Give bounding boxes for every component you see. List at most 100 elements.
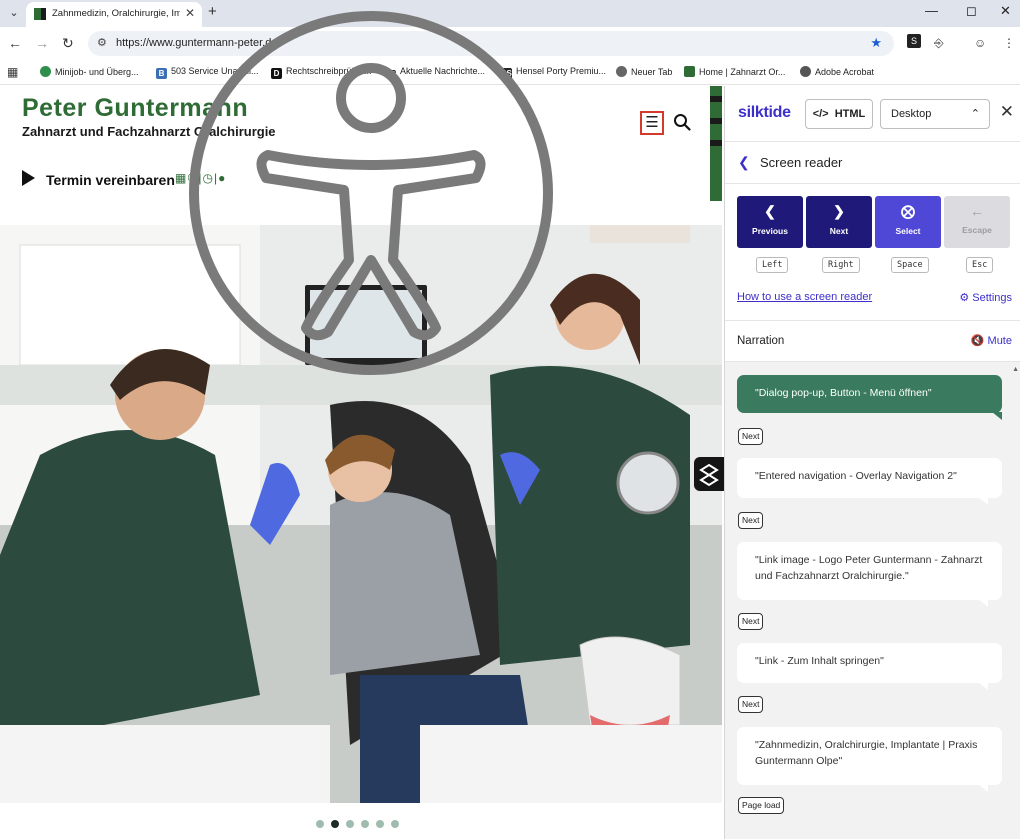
scroll-up-icon[interactable]: ▲ [1012, 366, 1019, 373]
next-button[interactable]: ❯ Next [806, 196, 872, 248]
contact-icons[interactable]: ▦✆|◷|● [175, 171, 226, 185]
bookmark-favicon-icon [40, 66, 51, 77]
url-text[interactable]: https://www.guntermann-peter.de [116, 37, 277, 49]
minimize-icon[interactable]: — [925, 3, 938, 18]
bookmark-item[interactable]: RP Aktuelle Nachrichte... [385, 66, 485, 79]
section-header: ❮ Screen reader [725, 142, 1020, 184]
select-button[interactable]: ⨂ Select [875, 196, 941, 248]
narration-bubble: "Entered navigation - Overlay Navigation… [737, 458, 1002, 505]
view-select[interactable]: Desktop ⌃ [880, 99, 990, 129]
narration-bubble: "Link - Zum Inhalt springen" [737, 643, 1002, 690]
browser-toolbar: ← → ↻ ⚙ https://www.guntermann-peter.de … [0, 27, 1020, 60]
back-chevron-icon[interactable]: ❮ [738, 154, 750, 171]
extension-s-icon[interactable]: S [907, 34, 921, 48]
narration-bubble: "Zahnmedizin, Oralchirurgie, Implantate … [737, 727, 1002, 792]
calendar-icon[interactable]: ▦ [175, 171, 187, 185]
clock-icon[interactable]: ◷ [203, 171, 214, 185]
bookmark-item[interactable]: B 503 Service Unavail... [156, 66, 259, 79]
silktide-logo-icon [699, 463, 719, 487]
browser-menu-icon[interactable]: ⋮ [1003, 36, 1015, 50]
carousel-dots [316, 815, 406, 828]
hamburger-menu-icon[interactable]: ☰ [640, 111, 664, 135]
page-edge-strip [710, 86, 722, 201]
bookmark-item[interactable]: Minijob- und Überg... [40, 66, 139, 77]
reload-icon[interactable]: ↻ [62, 35, 74, 52]
bookmark-favicon-icon [684, 66, 695, 77]
narration-bubble-current: "Dialog pop-up, Button - Menü öffnen" [737, 375, 1002, 420]
tab-title: Zahnmedizin, Oralchirurgie, Implantate |… [52, 8, 180, 19]
bookmark-item[interactable]: D Rechtschreibprüfun... [271, 66, 372, 79]
address-bar[interactable]: ⚙ https://www.guntermann-peter.de ★ [88, 31, 894, 56]
key-hint: Left [756, 257, 789, 273]
logo-name[interactable]: Peter Guntermann [22, 94, 248, 123]
gear-icon: ⚙ [959, 292, 970, 304]
bookmark-favicon-icon: PS [501, 68, 512, 79]
previous-button[interactable]: ❮ Previous [737, 196, 803, 248]
carousel-dot[interactable] [376, 820, 384, 828]
carousel-dot[interactable] [316, 820, 324, 828]
narration-title: Narration [737, 335, 785, 347]
termin-link[interactable]: Termin vereinbaren [46, 172, 175, 188]
bookmark-favicon-icon: RP [385, 68, 397, 79]
howto-link[interactable]: How to use a screen reader [737, 291, 872, 303]
reader-controls: ❮ Previous ❯ Next ⨂ Select ← Escape Left Rig… [725, 184, 1020, 321]
carousel-dot[interactable] [361, 820, 369, 828]
maximize-icon[interactable]: ◻ [966, 3, 977, 19]
key-hint: Space [891, 257, 929, 273]
carousel-dot[interactable] [391, 820, 399, 828]
location-pin-icon[interactable]: ● [218, 171, 226, 185]
tab-favicon-icon [34, 8, 46, 20]
bookmark-favicon-icon: B [156, 68, 167, 79]
play-arrow-icon[interactable] [22, 170, 35, 186]
carousel-dot-active[interactable] [331, 820, 339, 828]
section-title: Screen reader [760, 155, 843, 170]
narration-tag: Next [738, 428, 764, 445]
extensions-puzzle-icon[interactable]: ⎆ [934, 36, 944, 51]
select-circle-icon: ⨂ [901, 203, 915, 219]
narration-tag: Next [738, 613, 764, 630]
bookmark-favicon-icon: D [271, 68, 282, 79]
profile-icon[interactable]: ☺ [974, 36, 986, 50]
search-icon[interactable] [673, 113, 691, 131]
chevron-up-icon: ⌃ [970, 108, 980, 120]
narration-tag: Next [738, 696, 764, 713]
apps-grid-icon[interactable]: ▦ [7, 65, 18, 79]
mute-button[interactable]: 🔇 Mute [971, 334, 1012, 347]
screen: ⌄ Zahnmedizin, Oralchirurgie, Implantate… [0, 0, 1020, 839]
bookmark-item[interactable]: Home | Zahnarzt Or... [684, 66, 785, 77]
bookmark-item[interactable]: PS Hensel Porty Premiu... [501, 66, 606, 79]
bookmark-star-icon[interactable]: ★ [870, 35, 882, 51]
narration-bubble: "Link image - Logo Peter Guntermann - Za… [737, 542, 1002, 607]
forward-arrow-icon[interactable]: → [35, 35, 49, 51]
hero-photo-illustration [0, 225, 722, 803]
logo-subtitle[interactable]: Zahnarzt und Fachzahnarzt Oralchirurgie [22, 124, 276, 139]
bookmark-item[interactable]: Neuer Tab [616, 66, 672, 77]
panel-close-icon[interactable]: ✕ [1000, 102, 1014, 122]
bookmark-favicon-icon [800, 66, 811, 77]
browser-tab[interactable]: Zahnmedizin, Oralchirurgie, Implantate |… [26, 2, 202, 27]
tab-search-icon[interactable]: ⌄ [4, 3, 24, 23]
escape-button[interactable]: ← Escape [944, 196, 1010, 248]
new-tab-icon[interactable]: + [208, 3, 217, 20]
bookmarks-bar: ▦ Minijob- und Überg... B 503 Service Una… [0, 60, 1020, 85]
speaker-muted-icon: 🔇 [970, 335, 985, 347]
silktide-launcher-icon[interactable] [694, 457, 724, 491]
bookmark-favicon-icon [616, 66, 627, 77]
website: Peter Guntermann Zahnarzt und Fachzahnar… [0, 86, 722, 839]
tab-close-icon[interactable]: ✕ [185, 6, 195, 20]
html-button[interactable]: </> HTML [805, 99, 873, 129]
narration-header: Narration 🔇 Mute [725, 321, 1020, 362]
silktide-brand: silktide [738, 104, 791, 121]
panel-header: silktide </> HTML Desktop ⌃ ✕ [725, 86, 1020, 142]
carousel-dot[interactable] [346, 820, 354, 828]
key-hint: Esc [966, 257, 994, 273]
back-arrow-icon[interactable]: ← [8, 35, 22, 51]
bookmark-item[interactable]: Adobe Acrobat [800, 66, 874, 77]
site-info-icon[interactable]: ⚙ [97, 36, 107, 49]
narration-tag: Next [738, 512, 764, 529]
phone-icon[interactable]: ✆ [187, 171, 198, 185]
window-close-icon[interactable]: ✕ [1000, 3, 1011, 19]
arrow-left-icon: ← [970, 203, 984, 219]
settings-button[interactable]: ⚙ Settings [959, 291, 1012, 304]
tab-strip: ⌄ Zahnmedizin, Oralchirurgie, Implantate… [0, 0, 1020, 27]
